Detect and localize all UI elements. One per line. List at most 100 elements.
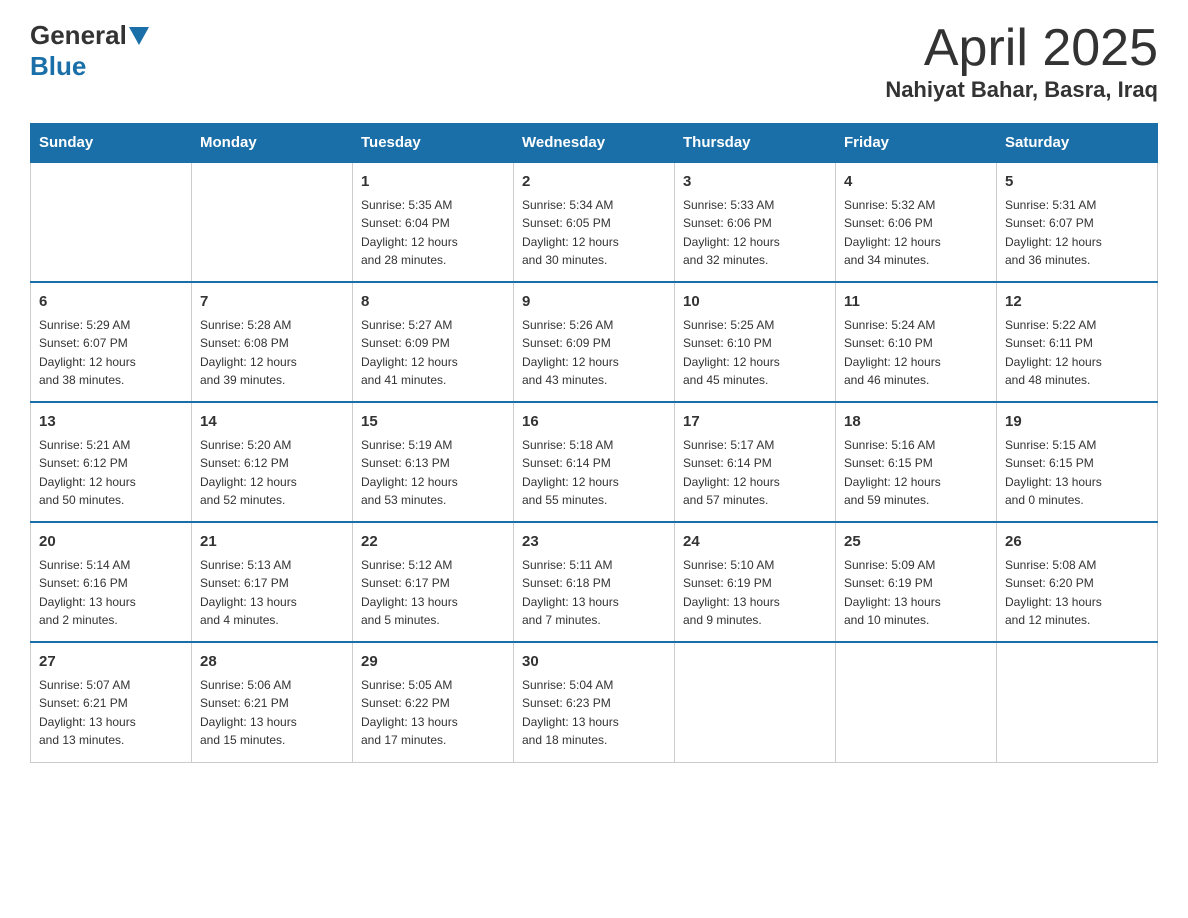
day-number: 14: [200, 411, 344, 434]
calendar-cell: 13Sunrise: 5:21 AM Sunset: 6:12 PM Dayli…: [31, 402, 192, 522]
calendar-cell: 26Sunrise: 5:08 AM Sunset: 6:20 PM Dayli…: [997, 522, 1158, 642]
day-info: Sunrise: 5:13 AM Sunset: 6:17 PM Dayligh…: [200, 556, 344, 630]
calendar-cell: 24Sunrise: 5:10 AM Sunset: 6:19 PM Dayli…: [675, 522, 836, 642]
calendar-week-row: 20Sunrise: 5:14 AM Sunset: 6:16 PM Dayli…: [31, 522, 1158, 642]
calendar-cell: [836, 642, 997, 762]
day-info: Sunrise: 5:22 AM Sunset: 6:11 PM Dayligh…: [1005, 316, 1149, 390]
location-title: Nahiyat Bahar, Basra, Iraq: [885, 77, 1158, 103]
calendar-cell: 22Sunrise: 5:12 AM Sunset: 6:17 PM Dayli…: [353, 522, 514, 642]
day-number: 23: [522, 531, 666, 554]
day-number: 18: [844, 411, 988, 434]
calendar-cell: 9Sunrise: 5:26 AM Sunset: 6:09 PM Daylig…: [514, 282, 675, 402]
day-info: Sunrise: 5:14 AM Sunset: 6:16 PM Dayligh…: [39, 556, 183, 630]
logo-triangle-icon: [129, 27, 149, 45]
column-header-saturday: Saturday: [997, 124, 1158, 163]
day-info: Sunrise: 5:34 AM Sunset: 6:05 PM Dayligh…: [522, 196, 666, 270]
day-number: 11: [844, 291, 988, 314]
day-info: Sunrise: 5:08 AM Sunset: 6:20 PM Dayligh…: [1005, 556, 1149, 630]
calendar-cell: 15Sunrise: 5:19 AM Sunset: 6:13 PM Dayli…: [353, 402, 514, 522]
day-info: Sunrise: 5:35 AM Sunset: 6:04 PM Dayligh…: [361, 196, 505, 270]
calendar-cell: 11Sunrise: 5:24 AM Sunset: 6:10 PM Dayli…: [836, 282, 997, 402]
day-number: 7: [200, 291, 344, 314]
column-header-monday: Monday: [192, 124, 353, 163]
day-info: Sunrise: 5:29 AM Sunset: 6:07 PM Dayligh…: [39, 316, 183, 390]
calendar-cell: 18Sunrise: 5:16 AM Sunset: 6:15 PM Dayli…: [836, 402, 997, 522]
logo: General Blue: [30, 20, 151, 82]
day-info: Sunrise: 5:12 AM Sunset: 6:17 PM Dayligh…: [361, 556, 505, 630]
day-info: Sunrise: 5:15 AM Sunset: 6:15 PM Dayligh…: [1005, 436, 1149, 510]
calendar-cell: 4Sunrise: 5:32 AM Sunset: 6:06 PM Daylig…: [836, 162, 997, 282]
day-number: 21: [200, 531, 344, 554]
column-header-thursday: Thursday: [675, 124, 836, 163]
day-info: Sunrise: 5:09 AM Sunset: 6:19 PM Dayligh…: [844, 556, 988, 630]
calendar-cell: 20Sunrise: 5:14 AM Sunset: 6:16 PM Dayli…: [31, 522, 192, 642]
day-number: 4: [844, 171, 988, 194]
calendar-cell: 27Sunrise: 5:07 AM Sunset: 6:21 PM Dayli…: [31, 642, 192, 762]
column-header-sunday: Sunday: [31, 124, 192, 163]
day-number: 6: [39, 291, 183, 314]
day-info: Sunrise: 5:26 AM Sunset: 6:09 PM Dayligh…: [522, 316, 666, 390]
day-number: 24: [683, 531, 827, 554]
day-info: Sunrise: 5:33 AM Sunset: 6:06 PM Dayligh…: [683, 196, 827, 270]
calendar-cell: 23Sunrise: 5:11 AM Sunset: 6:18 PM Dayli…: [514, 522, 675, 642]
day-info: Sunrise: 5:18 AM Sunset: 6:14 PM Dayligh…: [522, 436, 666, 510]
calendar-cell: [31, 162, 192, 282]
day-info: Sunrise: 5:17 AM Sunset: 6:14 PM Dayligh…: [683, 436, 827, 510]
page-header: General Blue April 2025 Nahiyat Bahar, B…: [30, 20, 1158, 103]
calendar-cell: 1Sunrise: 5:35 AM Sunset: 6:04 PM Daylig…: [353, 162, 514, 282]
column-header-tuesday: Tuesday: [353, 124, 514, 163]
day-number: 3: [683, 171, 827, 194]
day-info: Sunrise: 5:16 AM Sunset: 6:15 PM Dayligh…: [844, 436, 988, 510]
title-section: April 2025 Nahiyat Bahar, Basra, Iraq: [885, 20, 1158, 103]
day-info: Sunrise: 5:19 AM Sunset: 6:13 PM Dayligh…: [361, 436, 505, 510]
day-number: 29: [361, 651, 505, 674]
calendar-cell: [675, 642, 836, 762]
calendar-cell: 25Sunrise: 5:09 AM Sunset: 6:19 PM Dayli…: [836, 522, 997, 642]
day-info: Sunrise: 5:32 AM Sunset: 6:06 PM Dayligh…: [844, 196, 988, 270]
calendar-cell: 17Sunrise: 5:17 AM Sunset: 6:14 PM Dayli…: [675, 402, 836, 522]
calendar-cell: 28Sunrise: 5:06 AM Sunset: 6:21 PM Dayli…: [192, 642, 353, 762]
day-info: Sunrise: 5:24 AM Sunset: 6:10 PM Dayligh…: [844, 316, 988, 390]
calendar-week-row: 6Sunrise: 5:29 AM Sunset: 6:07 PM Daylig…: [31, 282, 1158, 402]
day-info: Sunrise: 5:28 AM Sunset: 6:08 PM Dayligh…: [200, 316, 344, 390]
day-info: Sunrise: 5:04 AM Sunset: 6:23 PM Dayligh…: [522, 676, 666, 750]
day-info: Sunrise: 5:31 AM Sunset: 6:07 PM Dayligh…: [1005, 196, 1149, 270]
calendar-cell: 14Sunrise: 5:20 AM Sunset: 6:12 PM Dayli…: [192, 402, 353, 522]
day-number: 17: [683, 411, 827, 434]
calendar-cell: 5Sunrise: 5:31 AM Sunset: 6:07 PM Daylig…: [997, 162, 1158, 282]
calendar-cell: 6Sunrise: 5:29 AM Sunset: 6:07 PM Daylig…: [31, 282, 192, 402]
calendar-cell: 12Sunrise: 5:22 AM Sunset: 6:11 PM Dayli…: [997, 282, 1158, 402]
calendar-cell: [997, 642, 1158, 762]
calendar-cell: 19Sunrise: 5:15 AM Sunset: 6:15 PM Dayli…: [997, 402, 1158, 522]
day-info: Sunrise: 5:11 AM Sunset: 6:18 PM Dayligh…: [522, 556, 666, 630]
day-number: 2: [522, 171, 666, 194]
calendar-week-row: 13Sunrise: 5:21 AM Sunset: 6:12 PM Dayli…: [31, 402, 1158, 522]
day-number: 27: [39, 651, 183, 674]
logo-general-text: General: [30, 20, 127, 51]
day-info: Sunrise: 5:05 AM Sunset: 6:22 PM Dayligh…: [361, 676, 505, 750]
day-number: 8: [361, 291, 505, 314]
day-number: 25: [844, 531, 988, 554]
day-number: 28: [200, 651, 344, 674]
day-number: 13: [39, 411, 183, 434]
logo-blue-text: Blue: [30, 51, 86, 81]
column-header-friday: Friday: [836, 124, 997, 163]
month-title: April 2025: [885, 20, 1158, 77]
calendar-cell: 21Sunrise: 5:13 AM Sunset: 6:17 PM Dayli…: [192, 522, 353, 642]
day-number: 30: [522, 651, 666, 674]
day-info: Sunrise: 5:20 AM Sunset: 6:12 PM Dayligh…: [200, 436, 344, 510]
day-info: Sunrise: 5:21 AM Sunset: 6:12 PM Dayligh…: [39, 436, 183, 510]
day-number: 9: [522, 291, 666, 314]
day-number: 16: [522, 411, 666, 434]
day-info: Sunrise: 5:10 AM Sunset: 6:19 PM Dayligh…: [683, 556, 827, 630]
day-info: Sunrise: 5:07 AM Sunset: 6:21 PM Dayligh…: [39, 676, 183, 750]
column-header-wednesday: Wednesday: [514, 124, 675, 163]
day-info: Sunrise: 5:25 AM Sunset: 6:10 PM Dayligh…: [683, 316, 827, 390]
day-number: 22: [361, 531, 505, 554]
calendar-cell: 10Sunrise: 5:25 AM Sunset: 6:10 PM Dayli…: [675, 282, 836, 402]
day-info: Sunrise: 5:27 AM Sunset: 6:09 PM Dayligh…: [361, 316, 505, 390]
calendar-cell: 30Sunrise: 5:04 AM Sunset: 6:23 PM Dayli…: [514, 642, 675, 762]
calendar-table: SundayMondayTuesdayWednesdayThursdayFrid…: [30, 123, 1158, 763]
day-number: 15: [361, 411, 505, 434]
day-number: 12: [1005, 291, 1149, 314]
